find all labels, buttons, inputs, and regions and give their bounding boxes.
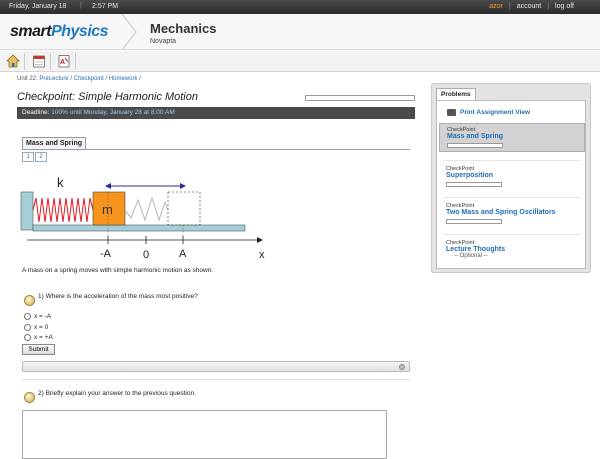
axis-label-minus-a: -A: [100, 248, 112, 260]
deadline-value: 100% until Monday, January 28 at 8:00 AM: [51, 109, 175, 116]
option-label: x = +A: [34, 334, 53, 341]
item-progress-bar: [446, 219, 502, 224]
question-1-text: 1) Where is the acceleration of the mass…: [38, 293, 198, 300]
breadcrumb-homework[interactable]: Homework: [109, 76, 138, 82]
spring-constant-label: k: [57, 175, 64, 190]
divider: [443, 160, 581, 161]
item-optional-note: -- Optional --: [454, 253, 488, 259]
ghost-block: [167, 191, 201, 226]
page-2-button[interactable]: 2: [35, 152, 47, 162]
feedback-collapse-bar[interactable]: [22, 361, 410, 372]
top-bar: Friday, January 18 | 2:57 PM azor | acco…: [0, 0, 600, 14]
option-minus-a[interactable]: x = -A: [24, 313, 51, 320]
item-name: Mass and Spring: [447, 133, 504, 140]
logo-text-physics: Physics: [51, 23, 109, 40]
submit-button[interactable]: Submit: [22, 344, 55, 355]
option-zero[interactable]: x = 0: [24, 324, 48, 331]
page-1-button[interactable]: 1: [22, 152, 34, 162]
username: azor: [489, 3, 503, 10]
radio-button[interactable]: [24, 313, 31, 320]
question-status-icon: [24, 392, 35, 403]
course-title: Mechanics: [150, 21, 217, 36]
chevron-divider-icon: [121, 14, 137, 50]
institution-name: Novapta: [150, 38, 177, 45]
user-menu: azor | account | log off: [489, 3, 574, 10]
problems-panel: Problems Print Assignment View CheckPoin…: [431, 83, 591, 273]
time-text: 2:57 PM: [92, 3, 119, 10]
date-text: Friday, January 18: [9, 3, 67, 10]
toolbar-divider: [24, 53, 25, 70]
item-progress-bar: [447, 143, 503, 148]
printer-icon: [447, 109, 456, 116]
question-status-icon: [24, 295, 35, 306]
axis-label-a: A: [179, 248, 187, 260]
divider: [22, 379, 410, 380]
problems-tab[interactable]: Problems: [436, 88, 476, 100]
rail: [32, 224, 246, 232]
section-tab[interactable]: Mass and Spring: [22, 137, 87, 149]
divider: |: [508, 3, 511, 10]
divider: |: [547, 3, 550, 10]
radio-button[interactable]: [24, 324, 31, 331]
logout-link[interactable]: log off: [555, 3, 574, 10]
toolbar-divider: [50, 53, 51, 70]
radio-button[interactable]: [24, 334, 31, 341]
breadcrumb-prelecture[interactable]: PreLecture: [39, 76, 68, 82]
option-label: x = 0: [34, 324, 49, 331]
gradebook-icon[interactable]: A: [57, 54, 71, 68]
breadcrumb-unit: Unit 22:: [17, 76, 38, 82]
axis-label-zero: 0: [143, 249, 149, 261]
question-intro: A mass on a spring moves with simple har…: [22, 267, 214, 274]
home-icon[interactable]: [6, 54, 20, 68]
breadcrumb-checkpoint[interactable]: Checkpoint: [74, 76, 104, 82]
wall: [20, 191, 34, 231]
answer-textarea[interactable]: [22, 410, 387, 459]
divider: |: [80, 2, 82, 9]
account-link[interactable]: account: [517, 3, 542, 10]
header: smartPhysics Mechanics Novapta: [0, 14, 600, 50]
print-label: Print Assignment View: [460, 109, 531, 116]
breadcrumb: Unit 22: PreLecture / Checkpoint / Homew…: [17, 76, 141, 82]
item-name: Superposition: [446, 172, 494, 179]
expand-icon[interactable]: [399, 364, 405, 370]
problems-list: Print Assignment View CheckPoint Mass an…: [436, 100, 586, 269]
print-assignment-link[interactable]: Print Assignment View: [447, 109, 530, 116]
progress-bar: [305, 95, 415, 101]
item-name: Lecture Thoughts: [446, 246, 506, 253]
problem-item-mass-and-spring[interactable]: CheckPoint Mass and Spring: [439, 123, 585, 152]
item-progress-bar: [446, 182, 502, 187]
problem-item-superposition[interactable]: CheckPoint Superposition: [439, 163, 585, 190]
deadline-label: Deadline:: [22, 109, 50, 116]
option-plus-a[interactable]: x = +A: [24, 334, 53, 341]
ghost-spring: [124, 196, 169, 222]
divider: [443, 197, 581, 198]
page-title: Checkpoint: Simple Harmonic Motion: [17, 91, 198, 103]
mass-label: m: [102, 202, 113, 217]
mass-spring-diagram: m k -A 0 A x: [20, 175, 265, 261]
section-divider: [22, 149, 410, 150]
toolbar-divider: [75, 53, 76, 70]
logo-text-smart: smart: [10, 23, 52, 40]
problem-item-two-mass-spring[interactable]: CheckPoint Two Mass and Spring Oscillato…: [439, 200, 585, 227]
axis-label-x: x: [259, 249, 265, 261]
problem-item-lecture-thoughts[interactable]: CheckPoint Lecture Thoughts -- Optional …: [439, 237, 585, 262]
deadline-banner: Deadline: 100% until Monday, January 28 …: [17, 107, 415, 119]
item-name: Two Mass and Spring Oscillators: [446, 209, 556, 216]
divider: [443, 234, 581, 235]
calendar-icon[interactable]: [32, 54, 46, 68]
question-2-text: 2) Briefly explain your answer to the pr…: [38, 390, 196, 397]
svg-text:A: A: [60, 59, 65, 66]
smartphysics-logo[interactable]: smartPhysics: [10, 23, 109, 41]
toolbar: A: [0, 51, 600, 72]
spring: [32, 197, 94, 223]
page-pagination: 1 2: [22, 152, 48, 162]
option-label: x = -A: [34, 313, 52, 320]
